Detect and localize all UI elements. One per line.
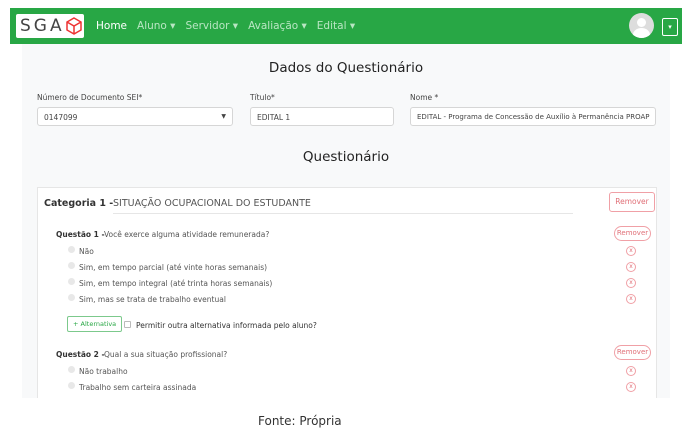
remove-option-icon[interactable]: x — [626, 366, 636, 376]
titulo-input[interactable]: EDITAL 1 — [250, 107, 394, 126]
questao-1-label: Questão 1 - — [56, 230, 105, 239]
add-alternativa-button[interactable]: + Alternativa — [67, 316, 123, 332]
remove-option-icon[interactable]: x — [626, 246, 636, 256]
user-avatar[interactable] — [629, 13, 654, 38]
cube-icon — [65, 17, 82, 35]
navbar: SGA Home Aluno ▾ Servidor ▾ Avaliação ▾ … — [10, 8, 682, 44]
nav-avaliacao[interactable]: Avaliação ▾ — [248, 20, 307, 32]
radio-option[interactable] — [68, 294, 75, 301]
logo-text: SGA — [20, 16, 65, 36]
allow-other-label: Permitir outra alternativa informada pel… — [136, 321, 317, 330]
questao-2-label: Questão 2 - — [56, 350, 105, 359]
questao-1-text[interactable]: Você exerce alguma atividade remunerada? — [104, 230, 269, 239]
remove-questao-1-button[interactable]: Remover — [614, 226, 651, 241]
main-content: Dados do Questionário Número de Document… — [22, 44, 670, 398]
radio-option[interactable] — [68, 366, 75, 373]
titulo-label: Título* — [250, 93, 275, 102]
remove-option-icon[interactable]: x — [626, 382, 636, 392]
user-menu-toggle[interactable]: ▾ — [662, 18, 678, 36]
sei-select[interactable]: 0147099 ▼ — [37, 107, 233, 126]
option-label: Sim, mas se trata de trabalho eventual — [79, 295, 226, 304]
option-label: Trabalho sem carteira assinada — [79, 383, 197, 392]
option-label: Sim, em tempo integral (até trinta horas… — [79, 279, 273, 288]
nome-input[interactable]: EDITAL - Programa de Concessão de Auxíli… — [410, 107, 656, 126]
nav-servidor[interactable]: Servidor ▾ — [185, 20, 238, 32]
nav-aluno[interactable]: Aluno ▾ — [137, 20, 175, 32]
radio-option[interactable] — [68, 262, 75, 269]
remove-option-icon[interactable]: x — [626, 278, 636, 288]
sei-label: Número de Documento SEI* — [37, 93, 143, 102]
nome-label: Nome * — [410, 93, 439, 102]
questionario-title: Questionário — [302, 149, 390, 165]
option-label: Não — [79, 247, 94, 256]
radio-option[interactable] — [68, 382, 75, 389]
questao-2-text[interactable]: Qual a sua situação profissional? — [104, 350, 227, 359]
categoria-card: Categoria 1 - SITUAÇÃO OCUPACIONAL DO ES… — [37, 187, 657, 398]
remove-categoria-button[interactable]: Remover — [609, 192, 655, 212]
option-label: Não trabalho — [79, 367, 128, 376]
chevron-down-icon: ▼ — [221, 113, 226, 120]
logo[interactable]: SGA — [16, 14, 84, 38]
allow-other-checkbox[interactable] — [124, 321, 131, 328]
categoria-label: Categoria 1 - — [44, 198, 114, 209]
radio-option[interactable] — [68, 246, 75, 253]
page-title: Dados do Questionário — [268, 60, 424, 76]
categoria-input[interactable]: SITUAÇÃO OCUPACIONAL DO ESTUDANTE — [113, 194, 573, 214]
remove-option-icon[interactable]: x — [626, 262, 636, 272]
remove-questao-2-button[interactable]: Remover — [614, 345, 651, 360]
nav-home[interactable]: Home — [96, 20, 127, 32]
radio-option[interactable] — [68, 278, 75, 285]
sei-value: 0147099 — [44, 113, 78, 122]
remove-option-icon[interactable]: x — [626, 294, 636, 304]
figure-caption: Fonte: Própria — [258, 414, 342, 428]
option-label: Sim, em tempo parcial (até vinte horas s… — [79, 263, 268, 272]
nav-edital[interactable]: Edital ▾ — [317, 20, 355, 32]
